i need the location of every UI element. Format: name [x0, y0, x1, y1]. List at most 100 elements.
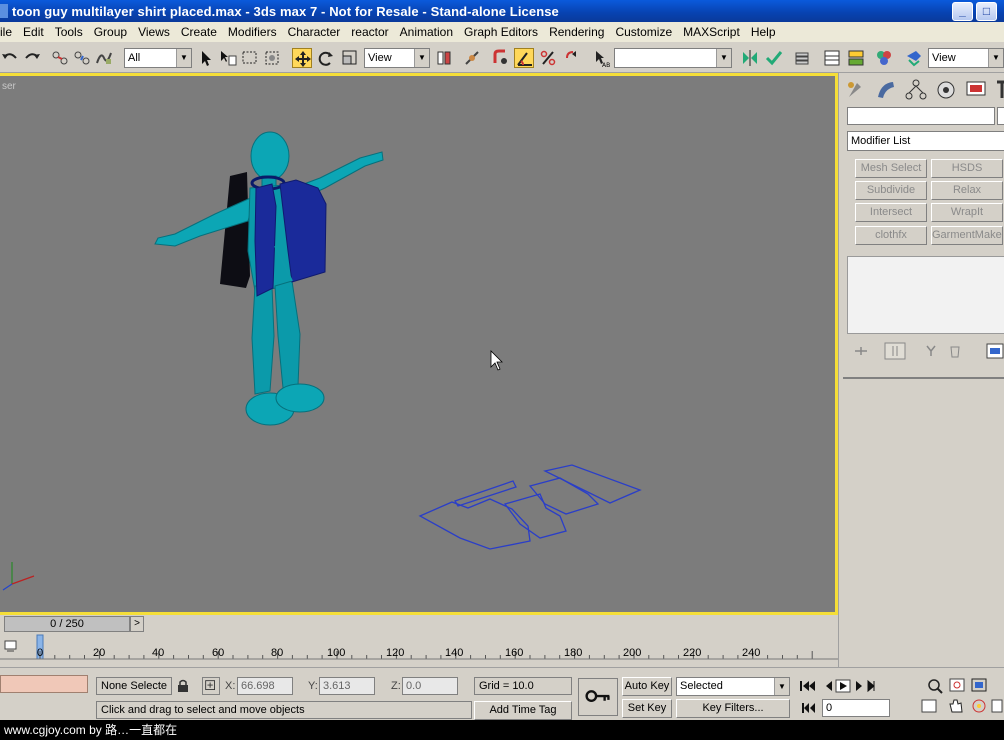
mesh-select-button[interactable]: Mesh Select	[855, 159, 927, 178]
object-name-input[interactable]	[847, 107, 995, 125]
object-color-swatch[interactable]	[997, 107, 1004, 125]
perspective-viewport[interactable]: ser	[0, 73, 838, 615]
menu-modifiers[interactable]: Modifiers	[223, 25, 283, 39]
remove-modifier-icon[interactable]	[950, 346, 960, 358]
key-filters-button[interactable]: Key Filters...	[676, 699, 790, 718]
maximize-button[interactable]: □	[976, 2, 997, 21]
wrapit-button[interactable]: WrapIt	[931, 203, 1003, 222]
render-type-dropdown[interactable]: View ▼	[928, 48, 1004, 68]
snaps-toggle-icon[interactable]	[490, 48, 510, 68]
unlink-selection-icon[interactable]	[72, 48, 92, 68]
playback-controls[interactable]	[822, 677, 900, 695]
material-editor-icon[interactable]	[874, 48, 894, 68]
select-and-link-icon[interactable]	[50, 48, 70, 68]
motion-tab-icon[interactable]	[933, 77, 959, 103]
key-mode-toggle-icon[interactable]	[800, 700, 818, 716]
show-end-result-icon[interactable]	[884, 342, 906, 360]
menu-animation[interactable]: Animation	[395, 25, 459, 39]
create-tab-icon[interactable]	[843, 77, 869, 103]
modifier-list-dropdown[interactable]: Modifier List	[847, 131, 1004, 151]
track-bar[interactable]: 0 20 40 60 80 100 120 140 160 180 200 22…	[0, 633, 838, 667]
zoom-all-icon[interactable]	[949, 678, 965, 692]
edit-named-selection-icon[interactable]: ABC	[590, 48, 614, 69]
render-scene-icon[interactable]	[904, 48, 924, 68]
menu-rendering[interactable]: Rendering	[544, 25, 610, 39]
menu-maxscript[interactable]: MAXScript	[678, 25, 746, 39]
angle-snap-icon[interactable]	[514, 48, 534, 68]
menu-tools[interactable]: Tools	[50, 25, 89, 39]
hierarchy-tab-icon[interactable]	[903, 77, 929, 103]
auto-key-button[interactable]: Auto Key	[622, 677, 672, 696]
modifier-stack-list[interactable]	[847, 256, 1004, 334]
selection-filter-dropdown[interactable]: All ▼	[124, 48, 192, 68]
hsds-button[interactable]: HSDS	[931, 159, 1003, 178]
shirt-back-panel[interactable]	[220, 172, 250, 288]
time-slider-next-button[interactable]: >	[130, 616, 144, 632]
z-coordinate-field[interactable]: 0.0	[402, 677, 458, 695]
window-crossing-icon[interactable]	[262, 48, 282, 68]
menu-graph-editors[interactable]: Graph Editors	[459, 25, 544, 39]
make-unique-icon[interactable]	[926, 345, 936, 356]
garmentmaker-button[interactable]: GarmentMaker	[931, 226, 1003, 245]
menu-file[interactable]: ile	[0, 25, 18, 39]
relax-button[interactable]: Relax	[931, 181, 1003, 200]
menu-reactor[interactable]: reactor	[346, 25, 394, 39]
layer-manager-icon[interactable]	[792, 48, 812, 68]
curve-editor-icon[interactable]	[822, 48, 842, 68]
intersect-button[interactable]: Intersect	[855, 203, 927, 222]
bind-to-space-warp-icon[interactable]	[94, 48, 114, 68]
percent-snap-icon[interactable]	[538, 48, 558, 68]
y-coordinate-field[interactable]: 3.613	[319, 677, 375, 695]
garment-pattern-outlines[interactable]	[418, 464, 642, 550]
x-coordinate-field[interactable]: 66.698	[237, 677, 293, 695]
menu-character[interactable]: Character	[283, 25, 347, 39]
select-and-move-icon[interactable]	[292, 48, 312, 68]
reference-coordinate-dropdown[interactable]: View ▼	[364, 48, 430, 68]
set-keys-key-icon[interactable]	[578, 678, 618, 716]
menu-edit[interactable]: Edit	[18, 25, 50, 39]
menu-create[interactable]: Create	[176, 25, 223, 39]
subdivide-button[interactable]: Subdivide	[855, 181, 927, 200]
schematic-view-icon[interactable]	[846, 48, 866, 68]
set-key-button[interactable]: Set Key	[622, 699, 672, 718]
shirt-front-panels[interactable]	[254, 179, 327, 297]
add-time-tag-button[interactable]: Add Time Tag	[474, 701, 572, 720]
menu-group[interactable]: Group	[89, 25, 133, 39]
menu-help[interactable]: Help	[746, 25, 782, 39]
menu-customize[interactable]: Customize	[610, 25, 678, 39]
zoom-icon[interactable]	[928, 679, 943, 694]
named-selection-sets-dropdown[interactable]: ▼	[614, 48, 732, 68]
spinner-snap-icon[interactable]	[562, 48, 582, 68]
mirror-icon[interactable]	[740, 48, 760, 68]
select-object-icon[interactable]	[196, 48, 216, 68]
maximize-viewport-icon[interactable]	[991, 699, 1003, 713]
minimize-button[interactable]: _	[952, 2, 973, 21]
rectangular-selection-icon[interactable]	[240, 48, 260, 68]
redo-icon[interactable]	[22, 48, 42, 68]
arc-rotate-icon[interactable]	[972, 699, 986, 713]
app-icon[interactable]	[0, 4, 8, 18]
zoom-extents-icon[interactable]	[971, 678, 987, 692]
display-tab-icon[interactable]	[963, 77, 989, 103]
use-pivot-center-icon[interactable]	[434, 48, 454, 68]
pin-stack-icon[interactable]	[855, 347, 867, 355]
menu-views[interactable]: Views	[133, 25, 176, 39]
pan-hand-icon[interactable]	[949, 699, 963, 713]
time-slider-thumb[interactable]: 0 / 250	[4, 616, 130, 632]
time-slider[interactable]: 0 / 250 >	[0, 615, 838, 633]
maxscript-listener-mini[interactable]	[0, 675, 88, 693]
key-mode-dropdown[interactable]: Selected ▼	[676, 677, 790, 696]
align-icon[interactable]	[764, 48, 784, 68]
absolute-mode-transform-icon[interactable]	[202, 677, 220, 695]
utilities-tab-icon[interactable]	[993, 77, 1004, 103]
current-frame-field[interactable]: 0	[822, 699, 890, 717]
modify-tab-icon[interactable]	[873, 77, 899, 103]
undo-icon[interactable]	[0, 48, 20, 68]
select-and-manipulate-icon[interactable]	[462, 48, 482, 68]
select-by-name-icon[interactable]	[218, 48, 238, 68]
select-and-rotate-icon[interactable]	[316, 48, 336, 68]
field-of-view-icon[interactable]	[921, 699, 937, 713]
select-and-scale-icon[interactable]	[340, 48, 360, 68]
lock-selection-icon[interactable]	[176, 678, 190, 694]
configure-modifier-sets-icon[interactable]	[986, 343, 1004, 359]
